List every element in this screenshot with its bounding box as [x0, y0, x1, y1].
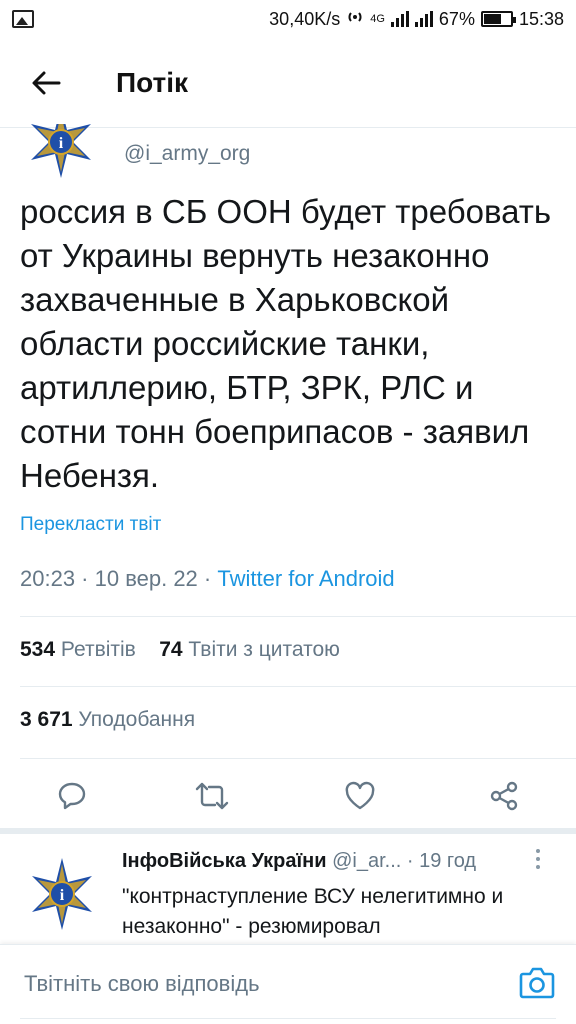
avatar[interactable]: i: [22, 124, 100, 182]
share-icon: [490, 781, 518, 811]
back-button[interactable]: [0, 38, 92, 128]
retweets-label: Ретвітів: [60, 638, 136, 661]
svg-text:i: i: [60, 887, 65, 904]
clock: 15:38: [518, 8, 564, 29]
likes-stats[interactable]: 3 671 Уподобання: [20, 708, 195, 732]
signal-icon-2: [414, 11, 433, 27]
status-bar: 30,40K/s 4G 67% 15:38: [0, 0, 576, 38]
like-button[interactable]: [342, 778, 378, 814]
quotes-count: 74: [159, 638, 183, 661]
army-emblem-icon: i: [32, 858, 92, 930]
reply-button[interactable]: [54, 778, 90, 814]
retweets-count: 534: [20, 638, 56, 661]
camera-icon: [519, 967, 555, 999]
arrow-left-icon: [32, 71, 61, 94]
divider: [20, 616, 576, 617]
composer-underline: [20, 1018, 556, 1019]
retweet-stats[interactable]: 534 Ретвітів 74 Твіти з цитатою: [20, 638, 340, 662]
army-emblem-icon: i: [31, 124, 91, 178]
translate-link[interactable]: Перекласти твіт: [20, 514, 161, 536]
tweet-author[interactable]: i @i_army_org: [22, 124, 562, 184]
network-type: 4G: [370, 13, 385, 25]
more-options-button[interactable]: [534, 848, 542, 876]
reply-author-name[interactable]: ІнфоВійська України: [122, 850, 327, 872]
reply-text: "контрнаступление ВСУ нелегитимно и неза…: [122, 885, 504, 938]
battery-percent: 67%: [438, 8, 475, 29]
tweet-source-link[interactable]: Twitter for Android: [217, 566, 394, 591]
tweet-actions: [0, 766, 576, 826]
heart-icon: [345, 781, 375, 810]
camera-button[interactable]: [518, 965, 556, 1003]
page-title: Потік: [116, 66, 189, 98]
app-header: Потік: [0, 38, 576, 128]
reply-avatar[interactable]: i: [22, 854, 102, 934]
quotes-label: Твіти з цитатою: [188, 638, 340, 661]
tweet-text: россия в СБ ООН будет требовать от Украи…: [20, 193, 552, 494]
retweet-icon: [195, 782, 229, 810]
network-speed: 30,40K/s: [269, 8, 341, 29]
reply-input[interactable]: [24, 971, 484, 997]
divider: [20, 758, 576, 759]
reply-author-handle[interactable]: @i_ar...: [332, 850, 401, 872]
share-button[interactable]: [486, 778, 522, 814]
divider: [20, 686, 576, 687]
more-vertical-icon: [536, 849, 540, 869]
svg-text:i: i: [59, 135, 64, 152]
retweet-button[interactable]: [194, 778, 230, 814]
reply-composer: [0, 944, 576, 1024]
battery-icon: [480, 11, 516, 27]
signal-icon: [390, 11, 409, 27]
likes-count: 3 671: [20, 708, 73, 731]
tweet-meta: 20:23 · 10 вер. 22 · Twitter for Android: [20, 566, 395, 592]
reply-tweet[interactable]: i ІнфоВійська України @i_ar... · 19 год …: [0, 834, 576, 944]
tweet-timestamp: 20:23 · 10 вер. 22 ·: [20, 566, 218, 591]
hotspot-icon: [346, 8, 364, 31]
comment-icon: [58, 782, 86, 810]
likes-label: Уподобання: [78, 708, 196, 731]
author-handle[interactable]: @i_army_org: [124, 142, 250, 166]
reply-header: ІнфоВійська України @i_ar... · 19 год: [122, 850, 476, 873]
image-notification-icon: [12, 10, 34, 28]
reply-time: · 19 год: [406, 850, 477, 872]
